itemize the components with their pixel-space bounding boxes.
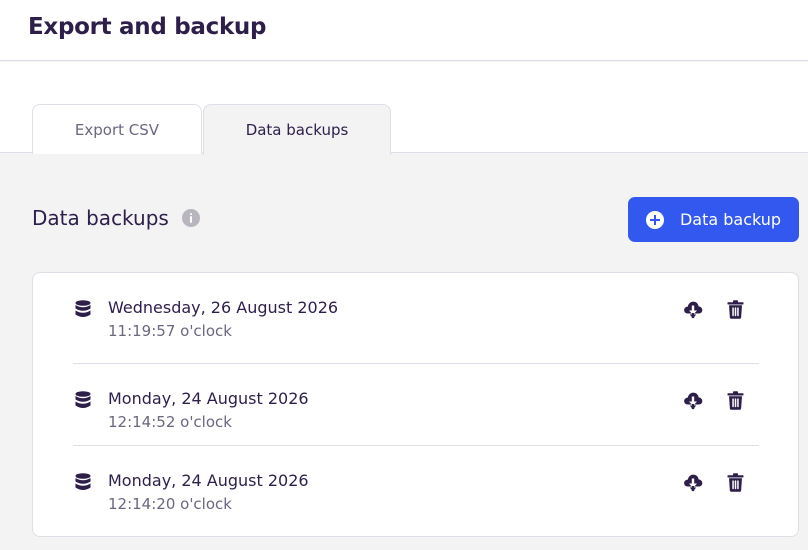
backups-list: Wednesday, 26 August 2026 11:19:57 o'clo…: [32, 272, 799, 537]
backup-time: 12:14:52 o'clock: [108, 413, 232, 431]
backup-date: Wednesday, 26 August 2026: [108, 298, 339, 317]
section-title-row: Data backups: [32, 206, 200, 230]
backup-row: Monday, 24 August 2026 12:14:20 o'clock: [73, 445, 759, 527]
add-data-backup-button[interactable]: Data backup: [628, 197, 799, 242]
tab-data-backups[interactable]: Data backups: [203, 104, 391, 155]
trash-icon[interactable]: [727, 391, 744, 410]
backup-time: 11:19:57 o'clock: [108, 322, 232, 340]
backup-row: Wednesday, 26 August 2026 11:19:57 o'clo…: [73, 273, 759, 355]
backup-time: 12:14:20 o'clock: [108, 495, 232, 513]
page-header: Export and backup: [0, 0, 808, 61]
database-icon: [75, 473, 91, 490]
plus-circle-icon: [645, 210, 664, 229]
cloud-download-icon[interactable]: [683, 472, 703, 492]
info-icon[interactable]: [181, 209, 200, 227]
database-icon: [75, 391, 91, 408]
cloud-download-icon[interactable]: [683, 390, 703, 410]
tab-export-csv[interactable]: Export CSV: [32, 104, 202, 154]
backup-row: Monday, 24 August 2026 12:14:52 o'clock: [73, 363, 759, 445]
tab-bar: Export CSV Data backups: [0, 62, 808, 155]
add-data-backup-label: Data backup: [679, 210, 782, 229]
page-title: Export and backup: [28, 14, 267, 40]
backup-date: Monday, 24 August 2026: [108, 389, 309, 408]
cloud-download-icon[interactable]: [683, 299, 703, 319]
trash-icon[interactable]: [727, 473, 744, 492]
database-icon: [75, 300, 91, 317]
section-title: Data backups: [32, 206, 169, 230]
trash-icon[interactable]: [727, 300, 744, 319]
backup-date: Monday, 24 August 2026: [108, 471, 309, 490]
